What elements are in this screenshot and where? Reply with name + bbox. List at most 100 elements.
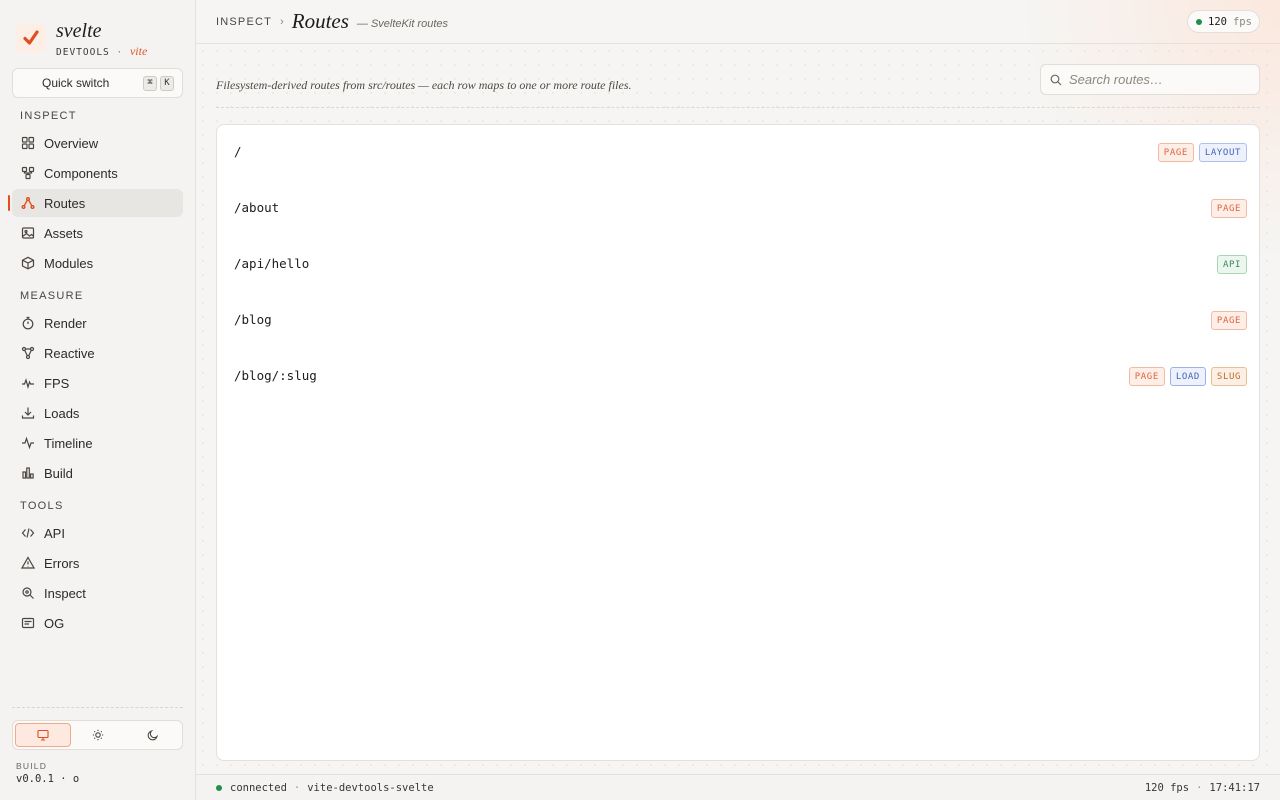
sidebar-item-label: Assets: [44, 225, 84, 241]
command-key: ⌘: [143, 75, 157, 91]
k-key: K: [160, 75, 174, 91]
sidebar-item-timeline[interactable]: Timeline: [12, 429, 183, 457]
status-separator: ·: [1196, 781, 1203, 794]
sidebar-item-label: Inspect: [44, 585, 86, 601]
divider: [216, 107, 1260, 108]
route-badge-load: LOAD: [1169, 367, 1206, 386]
sidebar-item-label: Reactive: [44, 345, 95, 361]
sun-icon: [93, 729, 104, 741]
route-row[interactable]: /about PAGE: [217, 187, 1259, 243]
route-badge-page: PAGE: [1210, 199, 1247, 218]
cube-icon: [21, 256, 35, 270]
search-icon: [1050, 74, 1062, 86]
sidebar-item-inspect[interactable]: Inspect: [12, 579, 183, 607]
route-badge-page: PAGE: [1157, 143, 1194, 162]
moon-icon: [147, 729, 158, 741]
status-dot-icon: [1196, 18, 1202, 25]
search-input[interactable]: [1069, 72, 1249, 87]
sidebar-divider: [12, 707, 183, 708]
theme-dark-button[interactable]: [126, 723, 180, 747]
image-icon: [21, 227, 35, 239]
sidebar-item-og[interactable]: OG: [12, 609, 183, 637]
sidebar-item-modules[interactable]: Modules: [12, 249, 183, 277]
quick-switch-label: Quick switch: [42, 76, 110, 90]
fps-indicator: 120 fps: [1187, 10, 1260, 33]
breadcrumb-root[interactable]: INSPECT: [216, 16, 272, 28]
brand[interactable]: svelte DEVTOOLS · vite: [16, 20, 147, 59]
route-path: /blog/:slug: [234, 368, 317, 383]
route-row[interactable]: /blog PAGE: [217, 299, 1259, 355]
sidebar-item-errors[interactable]: Errors: [12, 549, 183, 577]
section-label-tools: TOOLS: [20, 500, 64, 512]
status-time: 17:41:17: [1209, 781, 1260, 794]
fps-value: 120: [1208, 15, 1227, 28]
bar-chart-icon: [22, 467, 34, 479]
stopwatch-icon: [22, 316, 34, 330]
sidebar-item-label: Render: [44, 315, 87, 331]
sidebar-item-label: Overview: [44, 135, 99, 151]
section-label-inspect: INSPECT: [20, 110, 77, 122]
sidebar-item-assets[interactable]: Assets: [12, 219, 183, 247]
status-fps: 120 fps: [1144, 781, 1190, 794]
connection-status: connected: [230, 781, 287, 794]
svelte-logo-icon: [16, 23, 46, 53]
brand-separator: ·: [116, 47, 124, 58]
route-badge-page: PAGE: [1210, 311, 1247, 330]
app-name: vite-devtools-svelte: [307, 781, 434, 794]
sidebar-item-label: Modules: [44, 255, 94, 271]
routes-list: / PAGE LAYOUT /about PAGE /api/hello API…: [216, 124, 1260, 761]
page-description: Filesystem-derived routes from src/route…: [216, 78, 632, 92]
brand-name: svelte: [56, 20, 102, 42]
sidebar-item-reactive[interactable]: Reactive: [12, 339, 183, 367]
route-row[interactable]: /blog/:slug PAGE LOAD SLUG: [217, 355, 1259, 411]
sidebar-item-label: OG: [44, 615, 65, 631]
route-badge-slug: SLUG: [1210, 367, 1247, 386]
sidebar-item-components[interactable]: Components: [12, 159, 183, 187]
sidebar-item-label: Components: [44, 165, 118, 181]
brand-sub: DEVTOOLS: [56, 47, 110, 58]
warning-icon: [21, 556, 35, 569]
sidebar-item-fps[interactable]: FPS: [12, 369, 183, 397]
theme-switch: [12, 720, 183, 750]
code-icon: [21, 528, 35, 538]
sidebar-item-label: Errors: [44, 555, 80, 571]
sidebar: svelte DEVTOOLS · vite Quick switch ⌘ K …: [0, 0, 196, 800]
sidebar-item-label: FPS: [44, 375, 70, 391]
route-row[interactable]: /api/hello API: [217, 243, 1259, 299]
route-row[interactable]: / PAGE LAYOUT: [217, 131, 1259, 187]
sidebar-item-api[interactable]: API: [12, 519, 183, 547]
sidebar-item-label: Loads: [44, 405, 80, 421]
monitor-icon: [37, 729, 49, 741]
page-header: INSPECT › Routes — SvelteKit routes 120 …: [196, 0, 1280, 44]
components-icon: [21, 166, 35, 180]
sidebar-item-render[interactable]: Render: [12, 309, 183, 337]
inspect-icon: [22, 587, 34, 599]
route-path: /blog: [234, 312, 272, 327]
pulse-icon: [22, 378, 34, 390]
route-badge-layout: LAYOUT: [1198, 143, 1247, 162]
route-path: /: [234, 144, 242, 159]
route-path: /api/hello: [234, 256, 310, 271]
graph-icon: [21, 346, 35, 360]
sidebar-item-build[interactable]: Build: [12, 459, 183, 487]
sidebar-item-routes[interactable]: Routes: [8, 189, 183, 217]
page-title: Routes: [291, 9, 349, 33]
connection-dot-icon: [216, 784, 222, 791]
download-icon: [21, 407, 35, 419]
sidebar-item-loads[interactable]: Loads: [12, 399, 183, 427]
route-path: /about: [234, 200, 280, 215]
breadcrumb-separator: ›: [280, 15, 284, 28]
sidebar-item-label: Timeline: [44, 435, 93, 451]
theme-system-button[interactable]: [15, 723, 72, 747]
route-badge-api: API: [1216, 255, 1247, 274]
grid-icon: [21, 136, 35, 150]
fps-unit: fps: [1232, 15, 1252, 28]
sidebar-item-overview[interactable]: Overview: [12, 129, 183, 157]
activity-icon: [22, 436, 34, 450]
page-subtitle: — SvelteKit routes: [356, 17, 448, 30]
theme-light-button[interactable]: [71, 723, 125, 747]
main-panel: INSPECT › Routes — SvelteKit routes 120 …: [196, 0, 1280, 800]
routes-icon: [21, 197, 35, 209]
quick-switch-button[interactable]: Quick switch ⌘ K: [12, 68, 183, 98]
status-separator: ·: [293, 781, 301, 794]
